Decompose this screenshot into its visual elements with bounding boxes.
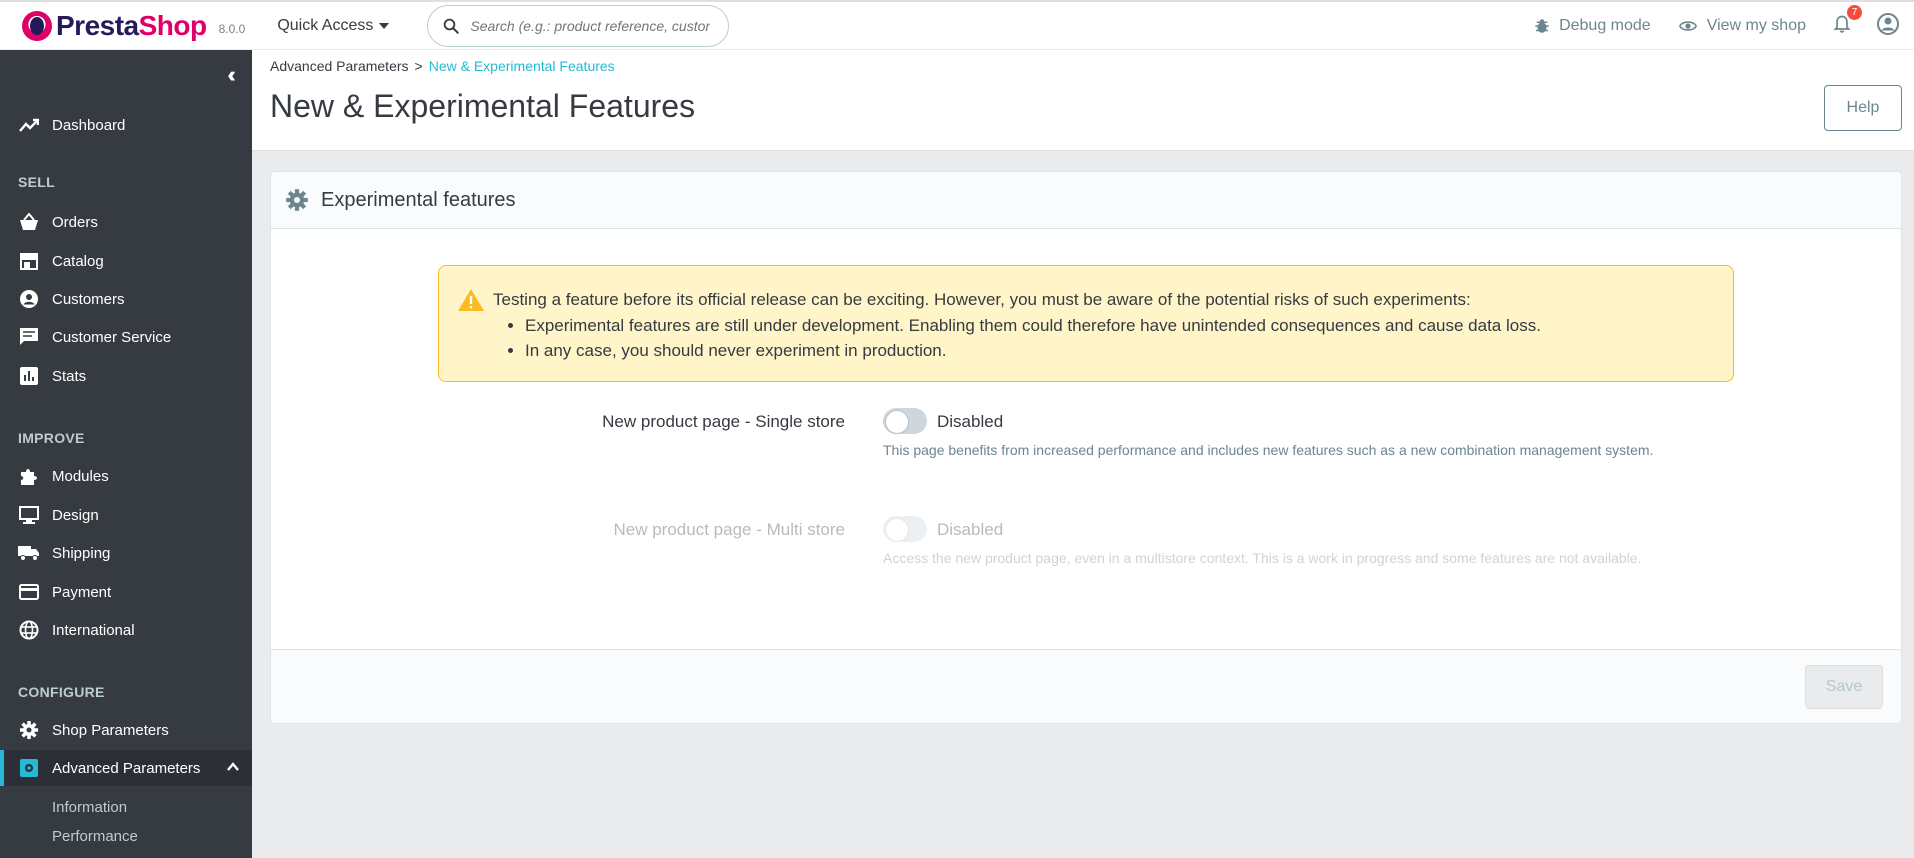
- puzzle-icon: [18, 465, 40, 487]
- prestashop-logo-icon: [22, 10, 52, 41]
- help-button[interactable]: Help: [1824, 85, 1902, 131]
- section-title-sell: SELL: [18, 174, 55, 190]
- notifications-button[interactable]: 7: [1832, 4, 1862, 40]
- alert-bullet: Experimental features are still under de…: [525, 316, 1733, 336]
- breadcrumb-current[interactable]: New & Experimental Features: [429, 58, 615, 74]
- prestashop-logo[interactable]: PrestaShop 8.0.0: [22, 2, 245, 50]
- basket-icon: [18, 211, 40, 233]
- sidebar-item-label: Design: [52, 506, 99, 524]
- view-my-shop-link[interactable]: View my shop: [1677, 17, 1806, 35]
- store-icon: [18, 250, 40, 272]
- employee-avatar[interactable]: [1876, 12, 1900, 41]
- credit-card-icon: [18, 581, 40, 603]
- header-actions: Debug mode View my shop 7: [1533, 2, 1914, 50]
- feature-help-text: Access the new product page, even in a m…: [883, 550, 1642, 566]
- search-input[interactable]: [470, 17, 711, 34]
- sidebar-item-label: Catalog: [52, 252, 104, 270]
- page-title: New & Experimental Features: [270, 88, 696, 124]
- sidebar-item-advanced-parameters[interactable]: Advanced Parameters: [0, 750, 252, 786]
- warning-alert: Testing a feature before its official re…: [438, 265, 1734, 382]
- sidebar-item-label: Modules: [52, 467, 109, 485]
- debug-mode-label: Debug mode: [1559, 17, 1651, 34]
- sidebar-item-label: Shop Parameters: [52, 721, 169, 739]
- version-label: 8.0.0: [218, 21, 246, 36]
- toggle-state-label: Disabled: [937, 520, 1004, 539]
- sidebar-subitem-information[interactable]: Information: [52, 799, 127, 816]
- sidebar-item-label: Shipping: [52, 544, 111, 562]
- top-header: PrestaShop 8.0.0 Quick Access Debug mode…: [0, 0, 1914, 50]
- sidebar-item-stats[interactable]: Stats: [0, 358, 252, 394]
- view-my-shop-label: View my shop: [1706, 17, 1806, 34]
- logo-text-pink: Shop: [138, 9, 208, 41]
- sidebar-item-design[interactable]: Design: [0, 497, 252, 533]
- alert-bullet: In any case, you should never experiment…: [525, 341, 1733, 361]
- desktop-icon: [18, 504, 40, 526]
- user-icon: [1877, 12, 1899, 35]
- sidebar-item-catalog[interactable]: Catalog: [0, 243, 252, 279]
- sidebar-item-shop-parameters[interactable]: Shop Parameters: [0, 712, 252, 748]
- chat-icon: [18, 326, 40, 348]
- sidebar-item-label: Stats: [52, 367, 87, 385]
- sidebar-subitem-performance[interactable]: Performance: [52, 828, 138, 845]
- trending-up-icon: [18, 114, 40, 136]
- eye-icon: [1678, 21, 1697, 31]
- sidebar-item-label: Customer Service: [52, 328, 172, 346]
- sidebar-item-customer-service[interactable]: Customer Service: [0, 319, 252, 355]
- sidebar-item-payment[interactable]: Payment: [0, 574, 252, 610]
- card-footer: Save: [271, 649, 1901, 723]
- feature-label: New product page - Single store: [602, 412, 845, 431]
- sidebar-item-shipping[interactable]: Shipping: [0, 535, 252, 571]
- chevron-up-icon: [227, 762, 239, 771]
- quick-access-label: Quick Access: [277, 16, 374, 34]
- sidebar-item-label: Orders: [52, 213, 98, 231]
- sidebar-item-label: Payment: [52, 583, 112, 601]
- gear-icon: [18, 719, 40, 741]
- card-title: Experimental features: [321, 188, 516, 211]
- sidebar-item-orders[interactable]: Orders: [0, 204, 252, 240]
- settings-applications-icon: [18, 757, 40, 779]
- experimental-features-card: Experimental features Testing a feature …: [270, 171, 1902, 724]
- sidebar-item-customers[interactable]: Customers: [0, 281, 252, 317]
- feature-toggle-switch[interactable]: [883, 408, 927, 434]
- gear-icon: [286, 189, 308, 211]
- sidebar-item-label: Dashboard: [52, 116, 126, 134]
- account-circle-icon: [18, 288, 40, 310]
- section-title-improve: IMPROVE: [18, 430, 85, 446]
- breadcrumb: Advanced Parameters > New & Experimental F…: [270, 58, 615, 74]
- debug-mode-link[interactable]: Debug mode: [1533, 17, 1651, 35]
- sidebar-item-dashboard[interactable]: Dashboard: [0, 107, 252, 143]
- quick-access-dropdown[interactable]: Quick Access: [277, 16, 390, 35]
- sidebar-item-international[interactable]: International: [0, 612, 252, 648]
- save-button[interactable]: Save: [1805, 665, 1883, 709]
- breadcrumb-parent-link[interactable]: Advanced Parameters: [270, 58, 409, 74]
- feature-label: New product page - Multi store: [613, 520, 846, 539]
- caret-down-icon: [379, 22, 390, 29]
- feature-help-text: This page benefits from increased perfor…: [883, 442, 1654, 458]
- alert-intro: Testing a feature before its official re…: [493, 290, 1471, 309]
- collapse-sidebar-icon[interactable]: ‹‹: [227, 62, 235, 88]
- sidebar-item-modules[interactable]: Modules: [0, 458, 252, 494]
- bug-icon: [1535, 19, 1549, 33]
- sidebar-nav: ‹‹ Dashboard SELL Orders Catalog Custome…: [0, 50, 252, 858]
- warning-icon: [458, 289, 484, 311]
- alert-list: Experimental features are still under de…: [525, 316, 1733, 361]
- search-box[interactable]: [427, 4, 730, 47]
- page-header: Advanced Parameters > New & Experimental F…: [252, 50, 1914, 151]
- search-icon: [444, 18, 460, 34]
- section-title-configure: CONFIGURE: [18, 684, 105, 700]
- notification-badge: 7: [1847, 4, 1862, 20]
- sidebar-item-label: Advanced Parameters: [52, 759, 201, 777]
- bar-chart-icon: [18, 365, 40, 387]
- sidebar-item-label: Customers: [52, 290, 125, 308]
- sidebar-item-label: International: [52, 621, 135, 639]
- globe-icon: [18, 619, 40, 641]
- feature-toggle-switch: [883, 516, 927, 542]
- truck-icon: [18, 542, 40, 564]
- logo-text: PrestaShop: [56, 10, 207, 42]
- breadcrumb-separator: >: [414, 58, 423, 74]
- card-header: Experimental features: [271, 172, 1901, 229]
- toggle-state-label: Disabled: [937, 412, 1004, 431]
- logo-text-dark: Presta: [56, 9, 139, 41]
